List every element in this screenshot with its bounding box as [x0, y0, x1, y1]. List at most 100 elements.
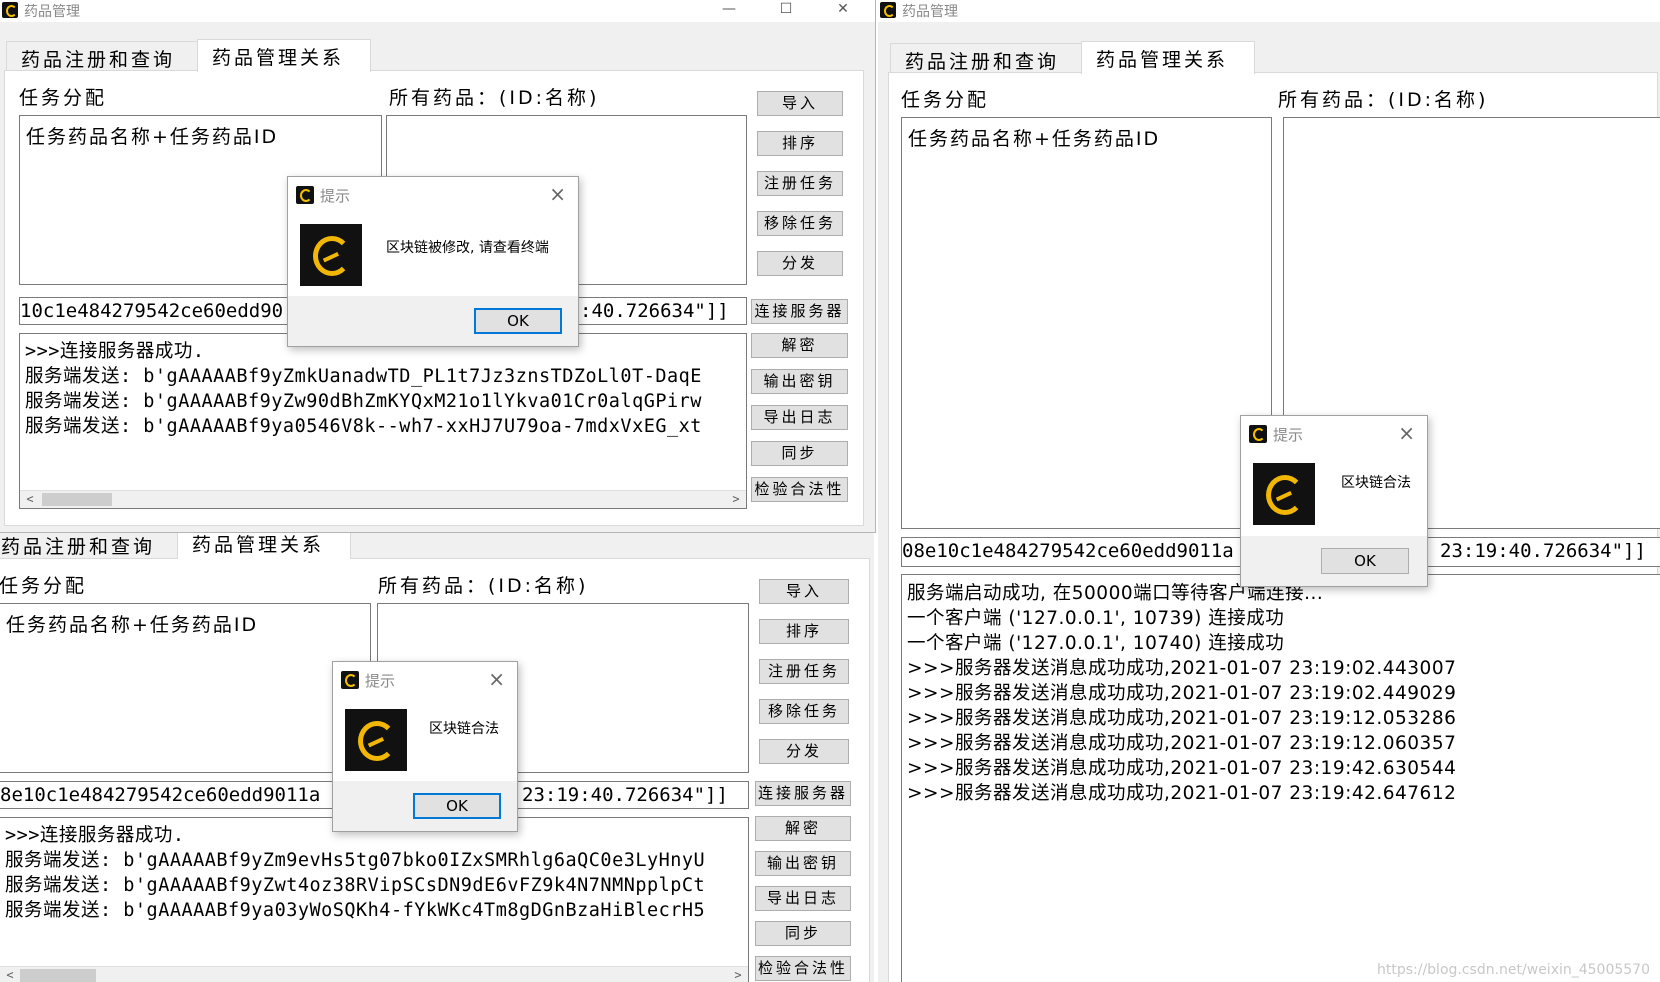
- chain-entry-right: 23:19:40.726634"]]: [1440, 540, 1646, 562]
- scroll-left-icon[interactable]: <: [2, 967, 18, 982]
- app-icon: [2, 2, 18, 18]
- dialog-title: 提示: [320, 187, 351, 205]
- scroll-right-icon[interactable]: >: [730, 967, 746, 982]
- close-icon[interactable]: ×: [1398, 421, 1415, 445]
- close-icon[interactable]: ×: [488, 667, 505, 691]
- task-assign-label: 任务分配: [19, 87, 108, 109]
- remove-task-button[interactable]: 移除任务: [759, 699, 849, 724]
- task-assign-label: 任务分配: [0, 575, 88, 597]
- connect-server-button[interactable]: 连接服务器: [751, 299, 848, 324]
- task-list[interactable]: 任务药品名称+任务药品ID: [901, 117, 1272, 529]
- app-icon: [341, 671, 359, 689]
- task-assign-label: 任务分配: [901, 89, 990, 111]
- export-log-button[interactable]: 导出日志: [751, 405, 848, 430]
- app-logo-icon: [345, 709, 407, 771]
- register-task-button[interactable]: 注册任务: [759, 659, 849, 684]
- ok-button[interactable]: OK: [413, 793, 501, 819]
- ok-button[interactable]: OK: [474, 308, 562, 334]
- scroll-left-icon[interactable]: <: [22, 491, 38, 508]
- client-log[interactable]: >>>连接服务器成功. 服务端发送: b'gAAAAABf9yZm9evHs5t…: [0, 817, 749, 982]
- dialog-message: 区块链被修改, 请查看终端: [386, 240, 549, 256]
- verify-legality-button[interactable]: 检验合法性: [751, 477, 848, 502]
- blockchain-legal-dialog: 提示 × 区块链合法 OK: [1240, 415, 1428, 587]
- ok-button[interactable]: OK: [1321, 548, 1409, 574]
- app-logo-icon: [300, 224, 362, 286]
- top-left-window-titlebar[interactable]: 药品管理 — ☐ ✕: [0, 0, 875, 22]
- scroll-thumb[interactable]: [42, 493, 112, 506]
- dialog-footer: OK: [288, 296, 578, 346]
- dialog-message: 区块链合法: [1341, 475, 1411, 491]
- tab-drug-register[interactable]: 药品注册和查询: [890, 43, 1082, 73]
- log-line: >>>服务器发送消息成功成功,2021-01-07 23:19:12.05328…: [907, 708, 1457, 729]
- log-line: >>>连接服务器成功.: [25, 341, 205, 362]
- app-icon: [880, 2, 896, 18]
- task-list-header: 任务药品名称+任务药品ID: [6, 614, 259, 636]
- horizontal-scrollbar[interactable]: < >: [20, 490, 746, 508]
- chain-entry-right: 23:19:40.726634"]]: [522, 784, 728, 806]
- decrypt-button[interactable]: 解密: [751, 333, 848, 358]
- log-line: 一个客户端 ('127.0.0.1', 10739) 连接成功: [907, 608, 1285, 629]
- chain-entry-left: 08e10c1e484279542ce60edd9011a: [902, 540, 1234, 562]
- horizontal-scrollbar[interactable]: < >: [0, 966, 748, 982]
- distribute-button[interactable]: 分发: [759, 739, 849, 764]
- register-task-button[interactable]: 注册任务: [757, 171, 843, 196]
- chain-entry-right: :40.726634"]]: [580, 300, 729, 322]
- close-icon[interactable]: ×: [549, 182, 566, 206]
- log-line: 一个客户端 ('127.0.0.1', 10740) 连接成功: [907, 633, 1285, 654]
- log-line: 服务端发送: b'gAAAAABf9yZwt4oz38RVipSCsDN9dE6…: [5, 875, 706, 896]
- remove-task-button[interactable]: 移除任务: [757, 211, 843, 236]
- sync-button[interactable]: 同步: [751, 441, 848, 466]
- import-button[interactable]: 导入: [759, 579, 849, 604]
- verify-legality-button[interactable]: 检验合法性: [755, 956, 851, 981]
- right-window-titlebar[interactable]: 药品管理: [878, 0, 1660, 22]
- watermark: https://blog.csdn.net/weixin_45005570: [1376, 962, 1650, 978]
- log-line: >>>服务器发送消息成功成功,2021-01-07 23:19:42.64761…: [907, 783, 1457, 804]
- window-title: 药品管理: [902, 4, 958, 20]
- chain-entry-left: 8e10c1e484279542ce60edd9011a: [0, 784, 321, 806]
- scroll-thumb[interactable]: [20, 969, 96, 982]
- log-line: >>>服务器发送消息成功成功,2021-01-07 23:19:42.63054…: [907, 758, 1457, 779]
- export-log-button[interactable]: 导出日志: [755, 886, 851, 911]
- tab-drug-relations[interactable]: 药品管理关系: [1081, 41, 1255, 74]
- log-line: 服务端发送: b'gAAAAABf9yZw90dBhZmKYQxM21o1lYk…: [25, 391, 702, 412]
- close-icon[interactable]: ✕: [820, 0, 866, 22]
- dialog-message: 区块链合法: [429, 721, 499, 737]
- tab-drug-register[interactable]: 药品注册和查询: [6, 41, 198, 71]
- output-key-button[interactable]: 输出密钥: [755, 851, 851, 876]
- log-line: >>>连接服务器成功.: [5, 825, 185, 846]
- import-button[interactable]: 导入: [757, 91, 843, 116]
- task-list-header: 任务药品名称+任务药品ID: [26, 126, 279, 148]
- dialog-footer: OK: [333, 781, 517, 831]
- log-line: >>>服务器发送消息成功成功,2021-01-07 23:19:02.44300…: [907, 658, 1457, 679]
- all-drugs-label: 所有药品：(ID:名称): [1278, 89, 1489, 111]
- connect-server-button[interactable]: 连接服务器: [755, 781, 851, 806]
- sync-button[interactable]: 同步: [755, 921, 851, 946]
- task-list[interactable]: 任务药品名称+任务药品ID: [0, 603, 371, 773]
- dialog-titlebar[interactable]: 提示 ×: [288, 177, 578, 211]
- distribute-button[interactable]: 分发: [757, 251, 843, 276]
- output-key-button[interactable]: 输出密钥: [751, 369, 848, 394]
- log-line: 服务端发送: b'gAAAAABf9ya03yWoSQKh4-fYkWKc4Tm…: [5, 900, 706, 921]
- maximize-icon[interactable]: ☐: [763, 0, 809, 22]
- chain-entry-left: 10c1e484279542ce60edd90: [20, 300, 284, 322]
- sort-button[interactable]: 排序: [757, 131, 843, 156]
- client-log[interactable]: >>>连接服务器成功. 服务端发送: b'gAAAAABf9yZmkUanadw…: [19, 333, 747, 509]
- app-icon: [296, 186, 314, 204]
- dialog-titlebar[interactable]: 提示 ×: [333, 662, 517, 696]
- tab-drug-relations[interactable]: 药品管理关系: [197, 39, 371, 72]
- log-line: 服务端发送: b'gAAAAABf9ya0546V8k--wh7-xxHJ7U7…: [25, 416, 702, 437]
- blockchain-legal-dialog: 提示 × 区块链合法 OK: [332, 661, 518, 832]
- all-drugs-label: 所有药品：(ID:名称): [378, 575, 589, 597]
- server-log[interactable]: 服务端启动成功, 在50000端口等待客户端连接... 一个客户端 ('127.…: [901, 574, 1660, 982]
- sort-button[interactable]: 排序: [759, 619, 849, 644]
- all-drugs-label: 所有药品：(ID:名称): [389, 87, 600, 109]
- app-logo-icon: [1253, 463, 1315, 525]
- decrypt-button[interactable]: 解密: [755, 816, 851, 841]
- dialog-titlebar[interactable]: 提示 ×: [1241, 416, 1427, 450]
- log-line: 服务端发送: b'gAAAAABf9yZm9evHs5tg07bko0IZxSM…: [5, 850, 706, 871]
- minimize-icon[interactable]: —: [706, 0, 752, 22]
- scroll-right-icon[interactable]: >: [728, 491, 744, 508]
- window-title: 药品管理: [24, 4, 80, 20]
- dialog-footer: OK: [1241, 536, 1427, 586]
- log-line: >>>服务器发送消息成功成功,2021-01-07 23:19:12.06035…: [907, 733, 1457, 754]
